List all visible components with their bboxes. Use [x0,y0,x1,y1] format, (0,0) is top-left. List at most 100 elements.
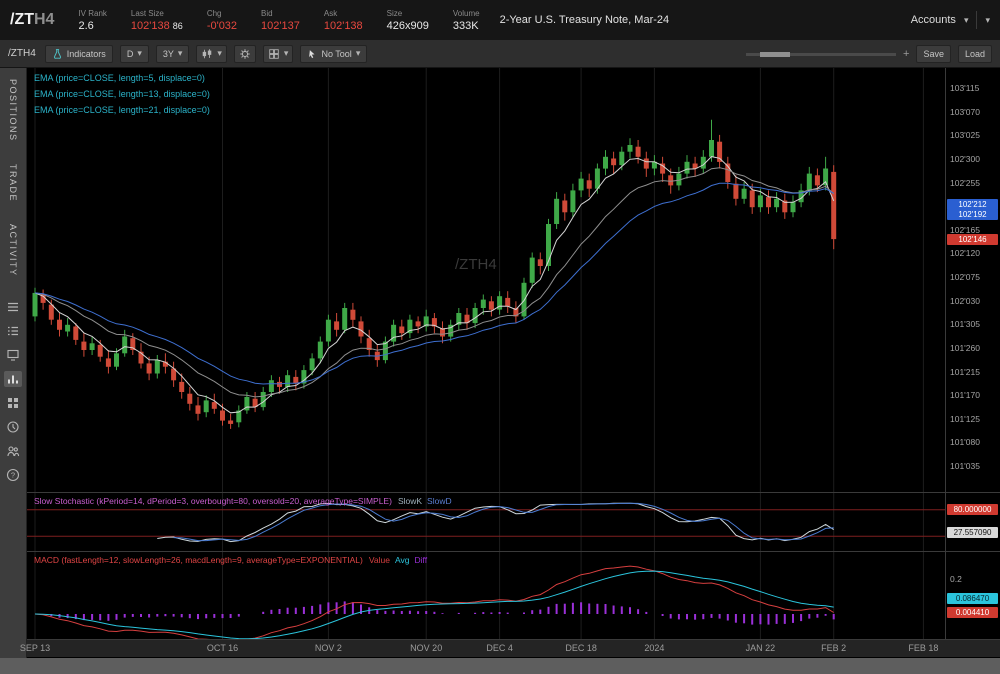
macd-histogram-bar [286,607,289,614]
panel-divider[interactable] [27,551,1000,552]
time-axis-label: OCT 16 [206,643,239,653]
candlestick-chart-holder[interactable] [27,68,945,492]
macd-histogram-bar [91,614,94,620]
zoom-slider[interactable] [746,45,897,63]
price-axis-label: 102'300 [950,153,980,164]
chevron-down-icon: ▾ [217,48,222,58]
time-axis[interactable]: SEP 13 OCT 16 NOV 2 NOV 20 DEC 4 DEC 18 2024 JA… [20,640,1000,657]
time-axis-label: JAN 22 [745,643,776,653]
menu-icon[interactable] [4,299,22,315]
panel-divider[interactable] [27,492,1000,493]
chart-grid-dropdown[interactable]: ▾ [262,44,294,63]
macd-histogram-bar [571,602,574,614]
study-legend: EMA (price=CLOSE, length=5, displace=0) … [34,73,210,121]
macd-histogram-bar [824,614,827,616]
chart-icon[interactable] [4,371,22,388]
macd-histogram-bar [523,612,525,614]
macd-histogram-bar [441,613,444,614]
candlestick-icon [201,48,213,60]
macd-histogram-bar [351,602,354,614]
last-price: 102'138 [130,19,170,32]
chart-type-dropdown[interactable]: ▾ [196,44,227,63]
macd-histogram-bar [156,614,159,617]
ema13-legend[interactable]: EMA (price=CLOSE, length=13, displace=0) [34,89,210,99]
candle-body [668,175,674,186]
macd-histogram-bar [539,609,542,614]
macd-histogram-bar [498,612,501,614]
ema5-legend[interactable]: EMA (price=CLOSE, length=5, displace=0) [34,73,210,83]
candlestick-chart[interactable] [27,68,945,492]
sidebar-tab-positions[interactable]: POSITIONS [8,79,18,142]
macd-histogram-bar [694,614,697,620]
panel-divider [27,639,1000,640]
stochastic-panel[interactable]: Slow Stochastic (kPeriod=14, dPeriod=3, … [27,493,945,551]
candle-body [105,358,111,367]
candle-body [586,180,592,189]
zoom-slider-handle[interactable] [760,51,791,57]
monitor-icon[interactable] [4,347,22,363]
macd-histogram-bar [131,614,134,617]
macd-label: MACD (fastLength=12, slowLength=26, macd… [34,555,428,565]
macd-histogram-bar [172,614,175,617]
candle-body [32,292,38,317]
bottom-bar [0,658,1000,674]
macd-histogram-bar [555,603,558,614]
drawing-tool-dropdown[interactable]: No Tool ▾ [300,44,368,63]
bid-price: 102'137 [261,19,300,32]
load-button[interactable]: Load [957,44,992,63]
macd-histogram-bar [123,614,126,618]
time-axis-label: DEC 18 [565,643,597,653]
candle-body [594,168,600,189]
price-axis[interactable]: 103'115 103'070 103'025 102'300 102'255 102'2… [945,68,1000,639]
users-icon[interactable] [4,443,22,459]
price-axis-label: 101'305 [950,319,980,330]
price-axis-label: 103'025 [950,130,980,141]
macd-histogram-bar [702,614,705,620]
macd-histogram-bar [832,614,835,620]
clock-icon[interactable] [4,419,22,435]
price-axis-label: 101'125 [950,413,980,424]
macd-chart-holder[interactable] [27,552,945,639]
watchlist-icon[interactable] [4,323,22,339]
price-axis-label: 103'115 [950,83,980,93]
macd-histogram-bar [433,611,436,614]
price-axis-label: 102'030 [950,295,980,306]
macd-axis-badge: 0.086470 [947,592,998,604]
sidebar-tab-trade[interactable]: TRADE [8,164,18,202]
macd-histogram-bar [506,612,509,614]
macd-panel[interactable]: MACD (fastLength=12, slowLength=26, macd… [27,552,945,639]
accounts-menu[interactable]: Accounts [911,14,956,26]
help-icon[interactable]: ? [4,467,22,483]
stat-chg: Chg -0'032 [206,8,238,32]
save-button[interactable]: Save [916,44,951,63]
range-dropdown[interactable]: 3Y ▾ [155,44,190,63]
macd-histogram-bar [726,614,729,621]
zoom-in-button[interactable]: + [903,48,909,60]
chart-settings-button[interactable] [233,44,256,63]
sidebar-icons: ? [4,299,22,483]
separator [976,11,978,29]
ema21-legend[interactable]: EMA (price=CLOSE, length=21, displace=0) [34,105,210,115]
macd-chart[interactable] [27,552,945,639]
stoch-axis-badge: 27.557090 [947,526,998,538]
candle-body [399,326,405,334]
chevron-down-icon[interactable]: ▾ [985,15,990,26]
macd-histogram-bar [408,610,411,614]
macd-histogram-bar [457,612,460,614]
price-axis-label: 101'215 [950,366,980,377]
price-panel[interactable]: /ZTH4 EMA (price=CLOSE, length=5, displa… [27,68,945,492]
quote-stats: IV Rank 2.6 Last Size 102'138 86 Chg -0'… [78,9,479,32]
macd-histogram-bar [808,614,811,619]
sidebar-tab-activity[interactable]: ACTIVITY [8,224,18,277]
candle-body [195,405,201,414]
timeframe-dropdown[interactable]: D ▾ [119,44,149,63]
macd-histogram-bar [531,610,534,614]
macd-histogram-bar [604,604,607,614]
candle-body [537,259,543,266]
candle-body [309,358,315,371]
macd-histogram-bar [376,610,379,614]
chevron-down-icon[interactable]: ▾ [964,15,969,26]
macd-histogram-bar [140,614,142,617]
indicators-button[interactable]: Indicators [44,44,113,63]
apps-icon[interactable] [4,395,22,411]
